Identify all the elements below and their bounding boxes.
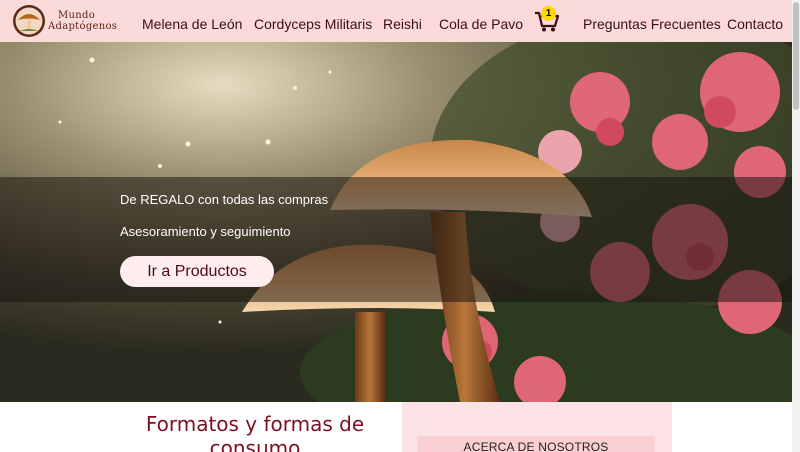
- hero-banner: De REGALO con todas las compras Asesoram…: [0, 42, 792, 402]
- scrollbar-thumb[interactable]: [793, 2, 799, 110]
- main-nav: Melena de León Cordyceps Militaris Reish…: [0, 0, 800, 42]
- promo-gift-text: De REGALO con todas las compras: [120, 192, 329, 207]
- nav-item-cordyceps[interactable]: Cordyceps Militaris: [254, 16, 372, 32]
- nav-item-contacto[interactable]: Contacto: [727, 16, 783, 32]
- about-us-label: ACERCA DE NOSOTROS: [463, 440, 609, 452]
- go-to-products-button[interactable]: Ir a Productos: [120, 256, 274, 287]
- promo-advice-text: Asesoramiento y seguimiento: [120, 224, 291, 239]
- nav-item-cola-de-pavo[interactable]: Cola de Pavo: [439, 16, 523, 32]
- promo-overlay: [0, 177, 792, 302]
- cart-count-badge: 1: [541, 6, 556, 21]
- formats-section-title: Formatos y formas de consumo: [145, 412, 365, 452]
- nav-item-reishi[interactable]: Reishi: [383, 16, 422, 32]
- nav-item-preguntas[interactable]: Preguntas Frecuentes: [583, 16, 721, 32]
- nav-item-melena[interactable]: Melena de León: [142, 16, 242, 32]
